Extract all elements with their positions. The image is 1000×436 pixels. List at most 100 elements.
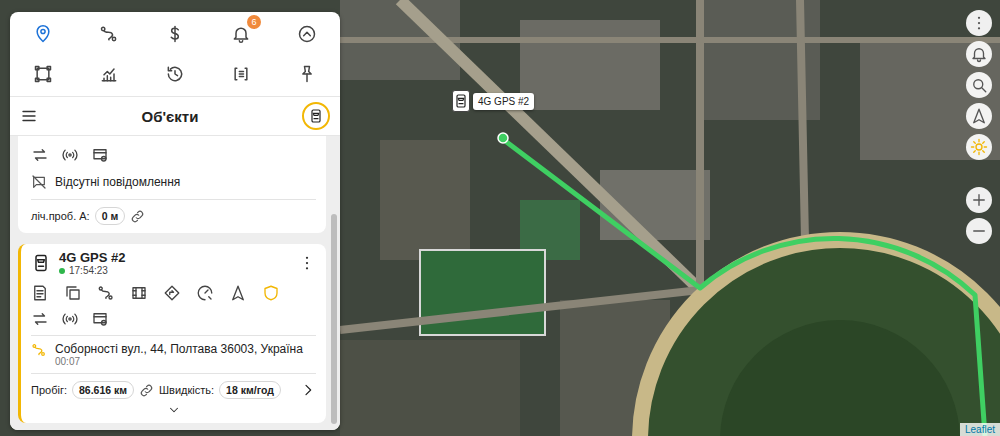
scrollbar[interactable] xyxy=(331,214,337,424)
area-icon xyxy=(33,64,53,84)
speed-label: Швидкість: xyxy=(159,384,214,396)
toolbar-button[interactable] xyxy=(10,54,76,94)
toolbar-button[interactable] xyxy=(142,54,208,94)
menu-button[interactable] xyxy=(20,107,38,125)
history-icon xyxy=(165,64,185,84)
mileage-label: Пробіг: xyxy=(31,384,67,396)
action-button[interactable] xyxy=(262,284,280,302)
marker-label: 4G GPS #2 xyxy=(473,93,534,110)
toolbar-button[interactable] xyxy=(274,54,340,94)
copy-icon xyxy=(64,284,82,302)
toolbar-button[interactable] xyxy=(76,14,142,54)
action-button[interactable] xyxy=(61,310,79,328)
action-button[interactable] xyxy=(163,284,181,302)
action-button[interactable] xyxy=(130,284,148,302)
nomessage-icon xyxy=(31,174,47,190)
toolbar-button[interactable] xyxy=(274,14,340,54)
map-control-button[interactable] xyxy=(966,103,992,129)
map-control-button[interactable] xyxy=(966,10,992,36)
vehicle-marker[interactable]: 4G GPS #2 xyxy=(452,90,534,112)
counter-row: ліч.проб. А:0 м xyxy=(31,203,316,229)
plus-icon xyxy=(970,191,988,209)
object-name: 4G GPS #2 xyxy=(59,250,290,265)
film-icon xyxy=(130,284,148,302)
arrow-icon xyxy=(970,107,988,125)
toolbar-button[interactable] xyxy=(10,14,76,54)
location-icon xyxy=(33,24,53,44)
toolbar-button[interactable] xyxy=(208,54,274,94)
action-button[interactable] xyxy=(31,310,49,328)
speedo-icon xyxy=(196,284,214,302)
objects-list: Відсутні повідомлення ліч.проб. А:0 м 4G G… xyxy=(10,136,340,430)
search-icon xyxy=(970,76,988,94)
window-icon xyxy=(91,310,109,328)
notification-badge: 6 xyxy=(247,15,261,29)
car-icon xyxy=(453,93,469,109)
map-control-button[interactable] xyxy=(966,218,992,244)
map-control-button[interactable] xyxy=(966,187,992,213)
expand-button[interactable] xyxy=(31,403,316,419)
shield-icon xyxy=(262,284,280,302)
swap-icon xyxy=(31,146,49,164)
menu-icon xyxy=(20,107,38,125)
speed-value: 18 км/год xyxy=(219,381,281,399)
map-controls xyxy=(966,10,992,244)
object-card[interactable]: Відсутні повідомлення ліч.проб. А:0 м xyxy=(18,136,326,233)
counter-label: ліч.проб. А: xyxy=(31,210,90,222)
toolbar-button[interactable] xyxy=(76,54,142,94)
diamond-icon xyxy=(163,284,181,302)
link-icon xyxy=(130,209,145,224)
message-row: Відсутні повідомлення xyxy=(31,168,316,196)
chevronRight-icon xyxy=(300,382,316,398)
next-button[interactable] xyxy=(300,382,316,398)
action-button[interactable] xyxy=(31,284,49,302)
kebab-icon xyxy=(970,14,988,32)
chevronDown-icon xyxy=(167,403,181,417)
route-icon xyxy=(31,342,47,358)
dollar-icon xyxy=(165,24,185,44)
address-time: 00:07 xyxy=(55,356,303,367)
action-row xyxy=(31,306,316,332)
link-button[interactable] xyxy=(130,209,145,224)
map-control-button[interactable] xyxy=(966,134,992,160)
window-icon xyxy=(91,146,109,164)
map-control-button[interactable] xyxy=(966,41,992,67)
list-icon xyxy=(231,64,251,84)
object-header: 4G GPS #217:54:23 xyxy=(31,250,316,280)
action-button[interactable] xyxy=(61,146,79,164)
link-icon xyxy=(139,383,154,398)
object-time: 17:54:23 xyxy=(59,265,290,276)
message-text: Відсутні повідомлення xyxy=(55,175,180,189)
minus-icon xyxy=(970,222,988,240)
action-button[interactable] xyxy=(64,284,82,302)
objects-panel: 6 Об'єкти Відсутні повідомлення ліч.проб. А… xyxy=(10,12,340,430)
object-card[interactable]: 4G GPS #217:54:23Соборності вул., 44, По… xyxy=(18,244,326,423)
object-menu-button[interactable] xyxy=(298,254,316,272)
stats-row: Пробіг: 86.616 км Швидкість: 18 км/год xyxy=(31,377,316,403)
toolbar-button[interactable]: 6 xyxy=(208,14,274,54)
car-icon xyxy=(308,108,324,124)
action-button[interactable] xyxy=(91,146,109,164)
mileage-value: 86.616 км xyxy=(72,381,134,399)
action-button[interactable] xyxy=(229,284,247,302)
panel-title: Об'єкти xyxy=(38,108,302,125)
route-icon xyxy=(97,284,115,302)
action-button[interactable] xyxy=(97,284,115,302)
map-control-button[interactable] xyxy=(966,72,992,98)
report-icon xyxy=(31,284,49,302)
tracking-screen: 4G GPS #2 Leaflet 6 Об'єкти Відсутні повідом… xyxy=(0,0,1000,436)
action-row xyxy=(31,280,316,306)
panel-header: Об'єкти xyxy=(10,96,340,136)
toolbar: 6 xyxy=(10,12,340,96)
map-attribution[interactable]: Leaflet xyxy=(960,423,1000,436)
route-icon xyxy=(99,24,119,44)
action-button[interactable] xyxy=(196,284,214,302)
bell-icon xyxy=(970,45,988,63)
link-button[interactable] xyxy=(139,383,154,398)
action-button[interactable] xyxy=(31,146,49,164)
action-button[interactable] xyxy=(91,310,109,328)
objects-filter-button[interactable] xyxy=(302,102,330,130)
sun-icon xyxy=(970,138,988,156)
toolbar-button[interactable] xyxy=(142,14,208,54)
status-dot xyxy=(59,268,65,274)
